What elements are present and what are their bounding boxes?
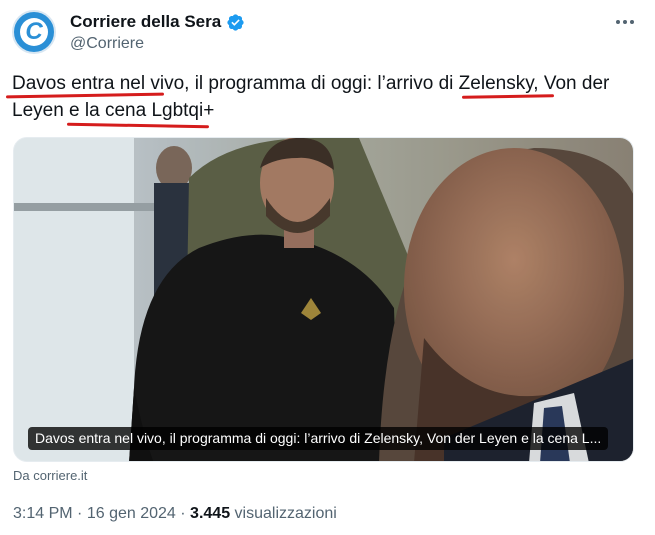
author-name-row: Corriere della Sera xyxy=(70,12,245,32)
meta-separator: · xyxy=(77,505,83,522)
link-source[interactable]: Da corriere.it xyxy=(13,468,87,483)
views-count: 3.445 xyxy=(190,505,231,522)
link-preview-card[interactable]: Davos entra nel vivo, il programma di og… xyxy=(13,137,634,462)
meta-separator: · xyxy=(180,505,186,522)
handle[interactable]: @Corriere xyxy=(70,35,144,53)
tweet-text-line: Leyen e la cena Lgbtqi+ xyxy=(12,100,215,121)
more-options-icon xyxy=(616,20,620,24)
avatar[interactable]: C xyxy=(12,10,56,54)
news-photo xyxy=(14,138,633,461)
tweet-time[interactable]: 3:14 PM xyxy=(13,505,73,522)
tweet-date[interactable]: 16 gen 2024 xyxy=(87,505,176,522)
tweet-card: C Corriere della Sera @Corriere Davos en… xyxy=(0,0,655,535)
more-options-button[interactable] xyxy=(613,10,637,34)
avatar-letter: C xyxy=(25,18,43,45)
avatar-logo: C xyxy=(20,18,48,46)
verified-badge-icon xyxy=(226,13,245,32)
tweet-meta: 3:14 PM · 16 gen 2024 · 3.445 visualizza… xyxy=(13,505,337,523)
views-label: visualizzazioni xyxy=(234,505,337,522)
link-title-caption: Davos entra nel vivo, il programma di og… xyxy=(28,427,609,450)
more-options-icon-dot xyxy=(623,20,627,24)
display-name[interactable]: Corriere della Sera xyxy=(70,12,221,32)
more-options-icon-dot xyxy=(630,20,634,24)
